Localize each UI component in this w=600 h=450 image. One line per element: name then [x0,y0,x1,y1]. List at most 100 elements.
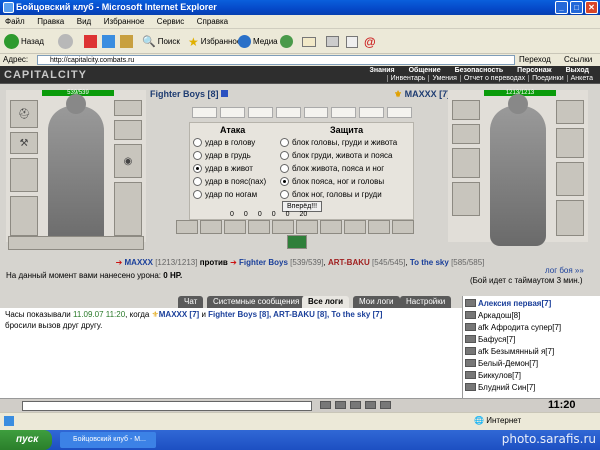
nav-inventory[interactable]: Инвентарь [386,75,429,82]
defense-option-5[interactable]: блок ног, головы и груди [280,189,382,200]
radio-icon[interactable] [280,190,289,199]
spell-slot[interactable] [392,220,414,234]
history-button[interactable] [280,33,293,50]
defense-option-4[interactable]: блок пояса, ног и головы [280,176,384,187]
defense-option-2[interactable]: блок груди, живота и пояса [280,150,393,161]
attack-option-belly[interactable]: удар в живот [193,163,253,174]
attack-option-head[interactable]: удар в голову [193,137,255,148]
radio-icon[interactable] [193,138,202,147]
user-item[interactable]: Алексия первая[7] [465,298,551,308]
gloves-slot[interactable] [114,120,142,140]
at-button[interactable]: @ [364,33,376,50]
belt-slot[interactable] [556,162,584,196]
attack-option-groin[interactable]: удар в пояс(пах) [193,176,266,187]
radio-icon[interactable] [193,151,202,160]
send-icon[interactable] [335,401,346,409]
print-button[interactable] [326,33,339,50]
radio-icon[interactable] [280,138,289,147]
spell-slot[interactable] [344,220,366,234]
spell-slot[interactable] [200,220,222,234]
ally-name[interactable]: Fighter Boys [239,258,288,267]
ring-slot[interactable] [114,100,142,116]
media-button[interactable]: Медиа [238,33,278,50]
smile-icon[interactable] [320,401,331,409]
nav-chat[interactable]: Общение [402,67,448,74]
stop-button[interactable] [84,33,97,50]
radio-icon[interactable] [280,151,289,160]
taskbar-ie-window[interactable]: Бойцовский клуб - M... [60,432,156,448]
boots-slot[interactable] [114,182,142,236]
tab-all-logs[interactable]: Все логи [302,296,350,308]
weapon-slot[interactable] [452,148,480,178]
user-item[interactable]: Бафуся[7] [465,334,515,344]
tab-settings[interactable]: Настройки [400,296,452,308]
chat-input[interactable] [22,401,312,411]
nav-knowledge[interactable]: Знания [362,67,401,74]
translit-icon[interactable] [380,401,391,409]
radio-icon[interactable] [280,164,289,173]
nav-security[interactable]: Безопасность [448,67,511,74]
user-item[interactable]: Биккулов[7] [465,370,521,380]
weapon-slot[interactable]: ⚒ [10,132,38,154]
ally-name[interactable]: ART-BAKU [328,258,370,267]
search-button[interactable]: 🔍 Поиск [142,33,180,50]
maximize-button[interactable]: □ [570,1,583,14]
address-input[interactable]: http://capitalcity.combats.ru [37,55,515,65]
armor-slot[interactable] [452,182,480,216]
boots-slot[interactable] [556,200,584,236]
radio-icon[interactable] [193,190,202,199]
mail-button[interactable] [302,33,316,50]
attack-option-chest[interactable]: удар в грудь [193,150,251,161]
actor-link[interactable]: MAXXX [7] [159,310,199,319]
left-belt-row[interactable] [8,236,144,250]
tab-system[interactable]: Системные сообщения [207,296,306,308]
filter-icon[interactable] [365,401,376,409]
user-item[interactable]: Белый-Демон[7] [465,358,538,368]
go-button[interactable]: Переход [519,54,551,66]
spell-slot[interactable] [368,220,390,234]
nav-transfers[interactable]: Отчет о переводах [459,75,528,82]
nav-fights[interactable]: Поединки [528,75,567,82]
back-button[interactable]: Назад [4,33,44,50]
menu-edit[interactable]: Правка [32,15,69,28]
tab-my-logs[interactable]: Мои логи [353,296,400,308]
helmet-slot[interactable]: ⛑ [10,100,38,128]
favorites-button[interactable]: ★ Избранное [188,33,241,50]
spell-slot[interactable] [248,220,270,234]
armor-slot[interactable] [10,158,38,192]
menu-file[interactable]: Файл [0,15,30,28]
user-item[interactable]: Аркадош[8] [465,310,520,320]
user-item[interactable]: afk Безымянный я[7] [465,346,554,356]
scroll-item[interactable] [287,235,307,249]
edit-button[interactable] [346,33,358,50]
spell-slot[interactable] [176,220,198,234]
refresh-button[interactable] [102,33,115,50]
cloak-slot[interactable] [10,196,38,236]
menu-view[interactable]: Вид [72,15,96,28]
nav-profile[interactable]: Анкета [566,75,596,82]
gloves-slot[interactable] [452,124,480,144]
targets-link[interactable]: Fighter Boys [8], ART-BAKU [8], To the s… [208,310,382,319]
user-item[interactable]: afk Афродита супер[7] [465,322,561,332]
battle-log-link[interactable]: лог боя »» [545,266,584,275]
nav-skills[interactable]: Умения [428,75,459,82]
radio-icon[interactable] [193,177,202,186]
ring-slot[interactable] [452,100,480,120]
radio-icon[interactable] [280,177,289,186]
spell-slot[interactable] [296,220,318,234]
menu-favorites[interactable]: Избранное [99,15,150,28]
spell-slot[interactable] [272,220,294,234]
spell-slot[interactable] [224,220,246,234]
defense-option-3[interactable]: блок живота, пояса и ног [280,163,384,174]
spell-slot[interactable] [320,220,342,234]
ally-name[interactable]: To the sky [410,258,449,267]
radio-icon[interactable] [193,164,202,173]
home-button[interactable] [120,33,133,50]
nav-exit[interactable]: Выход [559,67,596,74]
nav-character[interactable]: Персонаж [510,67,558,74]
start-button[interactable]: пуск [0,430,52,450]
links-button[interactable]: Ссылки [564,54,592,66]
tab-chat[interactable]: Чат [178,296,204,308]
shield-slot[interactable]: ◉ [114,144,142,178]
helmet-slot[interactable] [556,100,584,124]
